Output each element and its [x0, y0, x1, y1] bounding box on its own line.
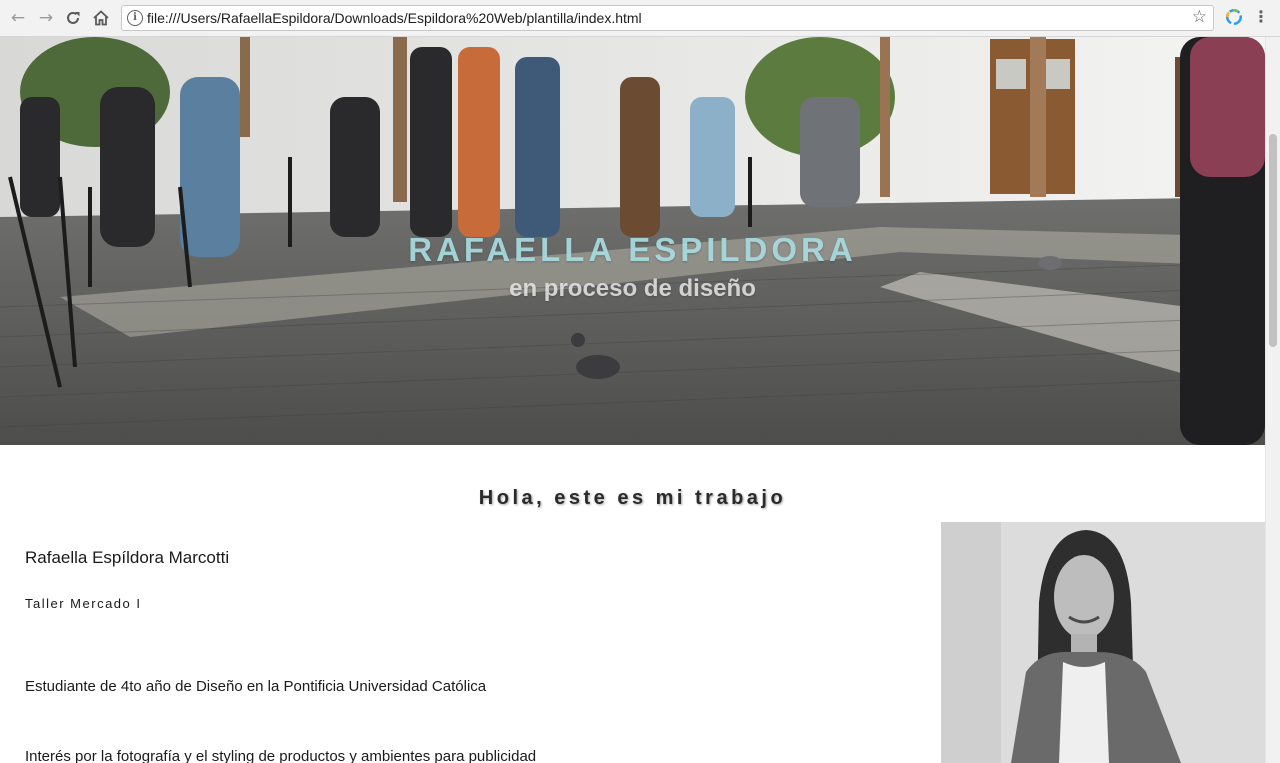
home-icon[interactable]: [91, 8, 111, 28]
hero-title: RAFAELLA ESPILDORA: [408, 231, 857, 268]
author-name: Rafaella Espíldora Marcotti: [25, 548, 230, 567]
section-heading: Hola, este es mi trabajo: [478, 487, 787, 509]
forward-icon[interactable]: →: [36, 8, 56, 28]
bio-paragraph-2: Interés por la fotografía y el styling d…: [25, 748, 537, 763]
hero-subtitle: en proceso de diseño: [509, 275, 756, 302]
address-bar[interactable]: i file:///Users/RafaellaEspildora/Downlo…: [121, 5, 1214, 31]
scrollbar-thumb[interactable]: [1269, 134, 1277, 347]
course-label: Taller Mercado I: [25, 596, 142, 611]
hero-banner: RAFAELLA ESPILDORA en proceso de diseño: [0, 37, 1265, 445]
menu-icon[interactable]: ⋮: [1253, 7, 1269, 27]
page-viewport: RAFAELLA ESPILDORA en proceso de diseño …: [0, 37, 1265, 763]
page-scrollbar[interactable]: [1265, 37, 1280, 763]
browser-toolbar: ← → i file:///Users/RafaellaEspildora/Do…: [0, 0, 1280, 37]
star-icon[interactable]: ☆: [1192, 7, 1207, 27]
extension-icon[interactable]: [1226, 9, 1242, 25]
reload-icon[interactable]: [63, 8, 83, 28]
portrait-photo: [941, 522, 1265, 763]
url-text[interactable]: file:///Users/RafaellaEspildora/Download…: [147, 10, 642, 26]
bio-paragraph-1: Estudiante de 4to año de Diseño en la Po…: [25, 678, 487, 695]
info-icon[interactable]: i: [127, 10, 143, 26]
back-icon[interactable]: ←: [8, 8, 28, 28]
